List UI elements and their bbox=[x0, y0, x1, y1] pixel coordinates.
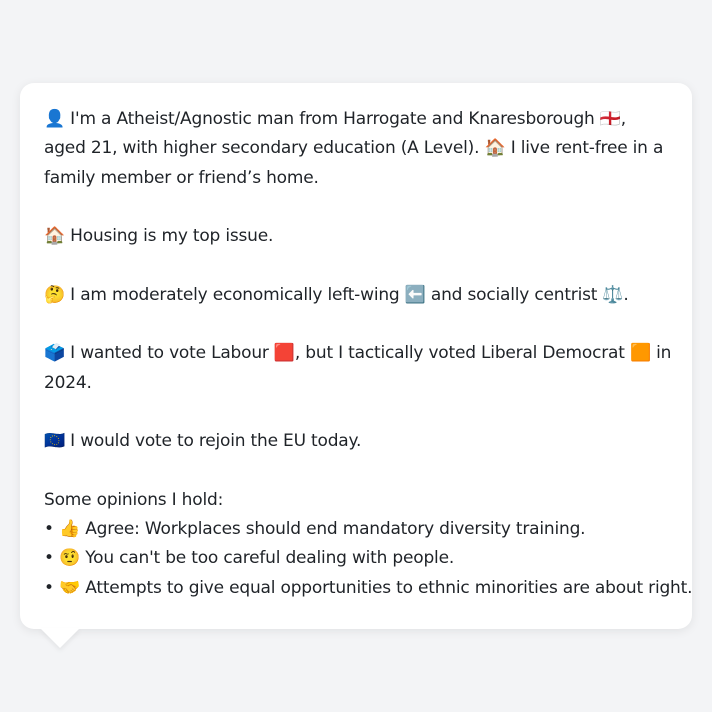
opinion-text: Agree: Workplaces should end mandatory d… bbox=[80, 519, 586, 540]
eu-flag-icon: 🇪🇺 bbox=[44, 431, 65, 452]
ballot-box-icon: 🗳️ bbox=[44, 343, 65, 364]
intro-paragraph: 👤 I'm a Atheist/Agnostic man from Harrog… bbox=[44, 105, 672, 193]
top-issue-text: Housing is my top issue. bbox=[64, 226, 274, 247]
handshake-icon: 🤝 bbox=[59, 577, 81, 598]
house-icon: 🏠 bbox=[44, 226, 65, 247]
eu-text: I would vote to rejoin the EU today. bbox=[64, 431, 362, 452]
bullet: • bbox=[44, 548, 54, 569]
balance-scale-icon: ⚖️ bbox=[602, 284, 624, 305]
house-icon: 🏠 bbox=[484, 138, 506, 159]
vote-text-2: , but I tactically voted Liberal Democra… bbox=[294, 343, 630, 364]
list-item: • 👍 Agree: Workplaces should end mandato… bbox=[44, 515, 672, 544]
list-item: • 🤝 Attempts to give equal opportunities… bbox=[44, 574, 693, 603]
thinking-face-icon: 🤔 bbox=[44, 284, 65, 305]
opinions-list: • 👍 Agree: Workplaces should end mandato… bbox=[44, 515, 693, 603]
ideology-text-3: . bbox=[623, 284, 629, 305]
england-flag-icon: 🏴󠁧󠁢󠁥󠁮󠁧󠁿 bbox=[599, 109, 621, 129]
left-arrow-icon: ⬅️ bbox=[404, 284, 426, 305]
top-issue-paragraph: 🏠 Housing is my top issue. bbox=[44, 222, 672, 251]
bullet: • bbox=[44, 519, 54, 540]
vote-text-1: I wanted to vote Labour bbox=[64, 343, 274, 364]
red-square-icon: 🟥 bbox=[273, 343, 295, 364]
orange-square-icon: 🟧 bbox=[629, 343, 651, 364]
thumbs-up-icon: 👍 bbox=[59, 519, 81, 540]
opinion-text: You can't be too careful dealing with pe… bbox=[80, 548, 455, 569]
message-bubble: 👤 I'm a Atheist/Agnostic man from Harrog… bbox=[20, 83, 693, 629]
raised-eyebrow-face-icon: 🤨 bbox=[59, 548, 81, 569]
vote-paragraph: 🗳️ I wanted to vote Labour 🟥, but I tact… bbox=[44, 339, 672, 398]
list-item: • 🤨 You can't be too careful dealing wit… bbox=[44, 544, 672, 573]
ideology-text-1: I am moderately economically left-wing bbox=[64, 284, 405, 305]
intro-text-1: I'm a Atheist/Agnostic man from Harrogat… bbox=[64, 109, 600, 129]
person-icon: 👤 bbox=[44, 109, 65, 129]
ideology-paragraph: 🤔 I am moderately economically left-wing… bbox=[44, 281, 672, 310]
opinion-text: Attempts to give equal opportunities to … bbox=[80, 577, 693, 598]
bubble-tail bbox=[40, 628, 80, 648]
ideology-text-2: and socially centrist bbox=[425, 284, 603, 305]
bullet: • bbox=[44, 577, 54, 598]
eu-paragraph: 🇪🇺 I would vote to rejoin the EU today. bbox=[44, 427, 672, 456]
opinions-heading: Some opinions I hold: bbox=[44, 489, 224, 510]
